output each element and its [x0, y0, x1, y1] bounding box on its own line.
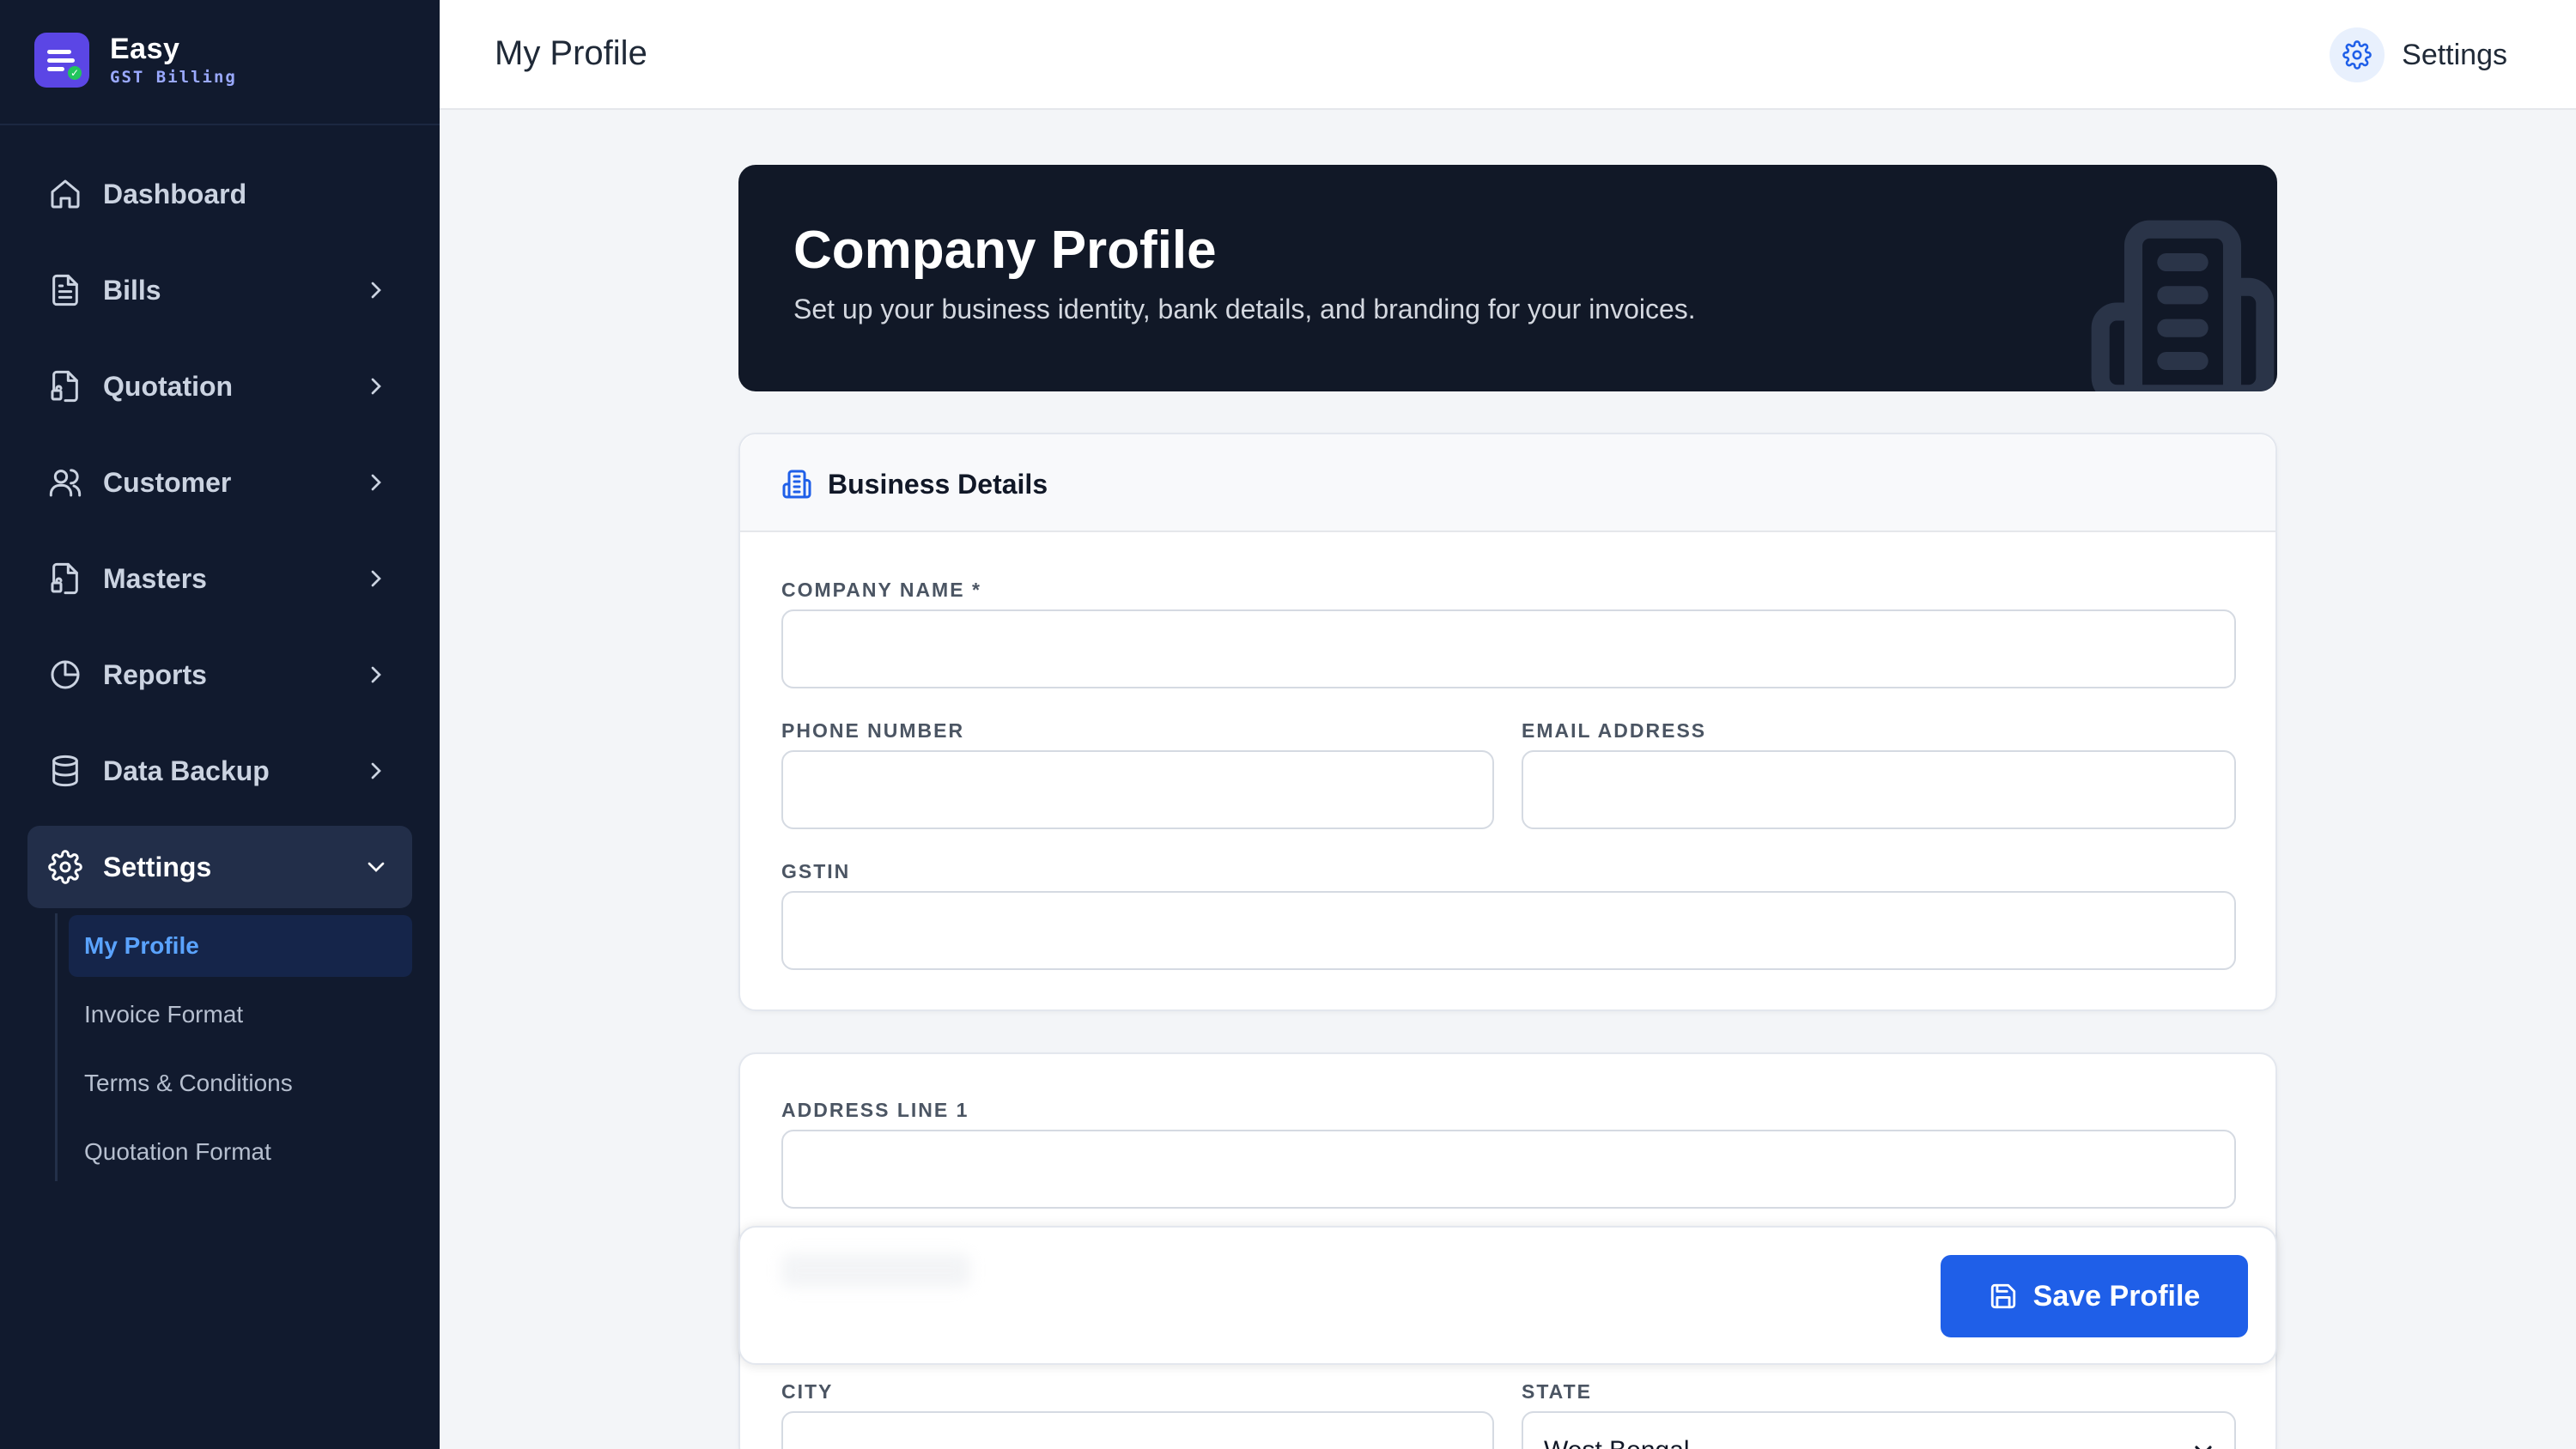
- chevron-right-icon: [371, 666, 381, 683]
- page-title: My Profile: [495, 34, 647, 72]
- chevron-down-icon: [368, 862, 385, 872]
- sidebar: ✓ Easy GST Billing Dashboard Bills Quota…: [0, 0, 440, 1449]
- sidebar-item-quotation[interactable]: Quotation: [27, 345, 412, 427]
- gstin-label: GSTIN: [781, 860, 851, 882]
- file-text-icon: [52, 274, 78, 306]
- submenu-item-quotation-format[interactable]: Quotation Format: [69, 1121, 412, 1183]
- gear-icon: [2330, 27, 2385, 82]
- hero-subtitle: Set up your business identity, bank deta…: [793, 294, 1696, 324]
- business-details-title: Business Details: [828, 469, 1048, 500]
- brand-subtitle: GST Billing: [110, 68, 237, 87]
- database-icon: [52, 755, 78, 787]
- sidebar-item-label: Data Backup: [103, 755, 270, 786]
- sidebar-item-settings[interactable]: Settings: [27, 826, 412, 908]
- address-line-1-input[interactable]: [781, 1130, 2236, 1209]
- sidebar-item-reports[interactable]: Reports: [27, 634, 412, 716]
- chevron-right-icon: [371, 474, 381, 491]
- brand-logo-icon: ✓: [34, 33, 89, 88]
- blurred-label: [781, 1253, 970, 1288]
- state-select[interactable]: West Bengal: [1522, 1411, 2236, 1449]
- sidebar-item-data-backup[interactable]: Data Backup: [27, 730, 412, 812]
- save-profile-button[interactable]: Save Profile: [1941, 1255, 2248, 1337]
- state-select-value: West Bengal: [1544, 1436, 1690, 1449]
- email-address-label: EMAIL ADDRESS: [1522, 719, 1707, 742]
- sidebar-item-label: Bills: [103, 274, 161, 306]
- chevron-right-icon: [371, 282, 381, 299]
- gear-icon: [48, 850, 82, 884]
- file-signature-icon: [51, 562, 78, 595]
- email-address-input[interactable]: [1522, 750, 2236, 829]
- submenu-item-invoice-format[interactable]: Invoice Format: [69, 984, 412, 1046]
- company-name-label: COMPANY NAME *: [781, 579, 981, 601]
- submenu-item-terms-conditions[interactable]: Terms & Conditions: [69, 1052, 412, 1114]
- business-details-card: Business Details COMPANY NAME * PHONE NU…: [738, 433, 2277, 1011]
- phone-number-input[interactable]: [781, 750, 1494, 829]
- header-settings-button[interactable]: Settings: [2330, 27, 2507, 82]
- gstin-input[interactable]: [781, 891, 2236, 970]
- business-details-header: Business Details: [740, 434, 2275, 532]
- state-label: STATE: [1522, 1380, 1592, 1403]
- sidebar-item-customer[interactable]: Customer: [27, 441, 412, 524]
- sidebar-item-label: Masters: [103, 562, 207, 594]
- file-signature-icon: [51, 370, 78, 403]
- chevron-right-icon: [371, 762, 381, 779]
- chevron-right-icon: [371, 378, 381, 395]
- hero-title: Company Profile: [793, 221, 1217, 280]
- sidebar-item-label: Customer: [103, 466, 232, 498]
- chevron-down-icon: [2195, 1446, 2212, 1449]
- building-icon: [782, 470, 811, 499]
- users-icon: [49, 469, 82, 497]
- save-icon: [1990, 1283, 2015, 1309]
- company-name-input[interactable]: [781, 609, 2236, 688]
- company-profile-hero: Company Profile Set up your business ide…: [738, 165, 2277, 391]
- sidebar-item-masters[interactable]: Masters: [27, 537, 412, 620]
- sidebar-item-label: Dashboard: [103, 178, 247, 209]
- sidebar-divider: [0, 124, 440, 125]
- city-input[interactable]: [781, 1411, 1494, 1449]
- chevron-right-icon: [371, 570, 381, 587]
- save-profile-label: Save Profile: [2032, 1279, 2201, 1313]
- sidebar-item-label: Reports: [103, 658, 207, 690]
- sidebar-item-dashboard[interactable]: Dashboard: [27, 153, 412, 235]
- sidebar-item-label: Settings: [103, 851, 212, 882]
- sidebar-item-bills[interactable]: Bills: [27, 249, 412, 331]
- sidebar-item-label: Quotation: [103, 370, 234, 402]
- submenu-line: [55, 913, 58, 1181]
- submenu-item-my-profile[interactable]: My Profile: [69, 915, 412, 977]
- header-settings-label: Settings: [2402, 38, 2507, 71]
- pie-chart-icon: [51, 660, 80, 689]
- phone-number-label: PHONE NUMBER: [781, 719, 965, 742]
- brand-name: Easy: [110, 33, 180, 65]
- save-action-bar: Save Profile: [738, 1226, 2277, 1365]
- brand[interactable]: ✓ Easy GST Billing: [34, 33, 237, 88]
- building-icon: [2091, 220, 2275, 391]
- home-icon: [51, 179, 80, 209]
- address-line-1-label: ADDRESS LINE 1: [781, 1099, 969, 1121]
- topbar: My Profile Settings: [440, 0, 2576, 110]
- city-label: CITY: [781, 1380, 834, 1403]
